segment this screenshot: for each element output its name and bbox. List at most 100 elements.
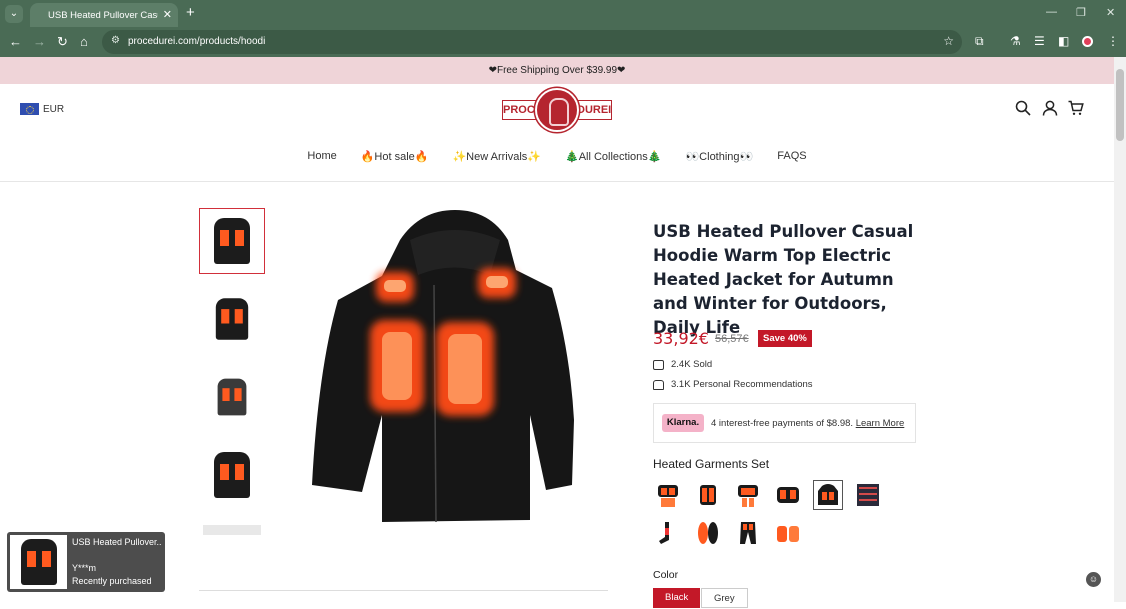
klarna-message: 4 interest-free payments of $8.98. Learn…: [711, 418, 904, 429]
profile-icon[interactable]: [1082, 36, 1093, 47]
set-option-7[interactable]: [653, 518, 683, 548]
set-option-8[interactable]: [693, 518, 723, 548]
color-option-grey[interactable]: Grey: [701, 588, 748, 608]
heated-socks-icon: [659, 522, 669, 544]
nav-hot-sale[interactable]: 🔥Hot sale🔥: [361, 150, 429, 163]
tab-title: USB Heated Pullover Casual Hoodie: [48, 10, 158, 21]
function-thumbnail-icon: [203, 525, 261, 535]
browser-tab-strip: ⌄ USB Heated Pullover Casual Hoodie ✕ + …: [0, 0, 1126, 27]
klarna-box: Klarna. 4 interest-free payments of $8.9…: [653, 403, 916, 443]
close-icon[interactable]: ✕: [163, 8, 172, 21]
thumbnail-1[interactable]: [199, 208, 265, 274]
size-chart-thumbnail-icon: [217, 378, 247, 416]
popup-user: Y***m: [72, 563, 97, 573]
tab-menu-icon[interactable]: ⌄: [5, 5, 23, 23]
gallery-divider: [199, 590, 608, 591]
logo-text-left: PROCE: [502, 100, 542, 120]
sale-price: 33,92€: [653, 329, 709, 348]
set-option-1[interactable]: [653, 480, 683, 510]
cart-icon[interactable]: [1068, 100, 1084, 116]
heated-gloves-icon: [777, 526, 799, 542]
thumbs-up-icon: [653, 379, 664, 390]
nav-clothing[interactable]: 👀Clothing👀: [685, 150, 753, 163]
minimize-icon[interactable]: —: [1046, 6, 1057, 18]
site-logo[interactable]: PROCE DUREI: [502, 88, 612, 132]
bag-icon: [653, 359, 664, 370]
forward-icon[interactable]: →: [33, 34, 46, 49]
heated-pants-icon: [740, 522, 756, 544]
heated-set-icon: [658, 485, 678, 507]
chat-icon[interactable]: ☺: [1086, 572, 1101, 587]
eu-flag-icon: [20, 103, 39, 115]
url-text[interactable]: procedurei.com/products/hoodi: [128, 36, 265, 47]
page-scrollbar[interactable]: [1114, 57, 1126, 602]
browser-tab[interactable]: USB Heated Pullover Casual Hoodie ✕: [30, 3, 178, 27]
recommendation-text: 3.1K Personal Recommendations: [671, 379, 813, 390]
logo-emblem-icon: [535, 88, 579, 132]
heated-jacket-set-icon: [777, 487, 799, 503]
set-label: Heated Garments Set: [653, 457, 770, 471]
popup-subtitle: Recently purchased: [72, 576, 152, 586]
star-icon[interactable]: ☆: [943, 34, 954, 48]
nav-faqs[interactable]: FAQS: [777, 150, 806, 163]
home-icon[interactable]: ⌂: [80, 34, 88, 49]
color-option-black[interactable]: Black: [653, 588, 701, 608]
account-icon[interactable]: [1042, 100, 1058, 116]
promo-banner: ❤Free Shipping Over $39.99❤: [0, 57, 1114, 84]
klarna-learn-more-link[interactable]: Learn More: [856, 418, 905, 429]
color-label: Color: [653, 569, 679, 581]
nav-all-collections[interactable]: 🎄All Collections🎄: [565, 150, 661, 163]
compare-price: 56,57€: [715, 333, 749, 345]
popup-title: USB Heated Pullover...: [72, 537, 162, 547]
heated-blanket-icon: [857, 484, 879, 506]
set-option-2[interactable]: [693, 480, 723, 510]
browser-toolbar: ← → ↻ ⌂ ⚙ procedurei.com/products/hoodi …: [0, 27, 1126, 57]
scrollbar-thumb[interactable]: [1116, 69, 1124, 141]
klarna-text: 4 interest-free payments of $8.98.: [711, 418, 854, 429]
reading-list-icon[interactable]: ☰: [1034, 34, 1045, 48]
thumbnail-4[interactable]: [199, 442, 265, 508]
jacket-thumbnail-icon: [214, 218, 250, 264]
set-option-5[interactable]: [813, 480, 843, 510]
heated-hoodie-icon: [818, 484, 838, 505]
extensions-icon[interactable]: ⧉: [975, 34, 984, 49]
thumbnail-2[interactable]: [199, 286, 265, 352]
heated-insoles-icon: [698, 522, 718, 544]
address-bar[interactable]: ⚙ procedurei.com/products/hoodi ☆: [102, 30, 962, 54]
heated-suit-icon: [738, 485, 758, 507]
nav-home[interactable]: Home: [307, 150, 336, 163]
save-badge: Save 40%: [758, 330, 812, 347]
set-option-6[interactable]: [853, 480, 883, 510]
search-icon[interactable]: [1015, 100, 1031, 116]
more-icon[interactable]: ⋮: [1107, 34, 1119, 48]
side-panel-icon[interactable]: ◧: [1058, 34, 1069, 48]
currency-selector[interactable]: EUR: [20, 103, 64, 115]
klarna-logo: Klarna.: [662, 414, 704, 432]
logo-text-right: DUREI: [576, 100, 612, 120]
jacket-icon: [20, 539, 57, 585]
set-option-4[interactable]: [773, 480, 803, 510]
sold-count: 2.4K Sold: [653, 359, 712, 370]
recommendation-count: 3.1K Personal Recommendations: [653, 379, 813, 390]
reload-icon[interactable]: ↻: [57, 34, 68, 50]
header-divider: [0, 181, 1114, 182]
main-nav: Home 🔥Hot sale🔥 ✨New Arrivals✨ 🎄All Coll…: [0, 150, 1114, 163]
product-title: USB Heated Pullover Casual Hoodie Warm T…: [653, 222, 914, 337]
thumbnail-5[interactable]: [199, 515, 265, 545]
sold-text: 2.4K Sold: [671, 359, 713, 370]
set-option-9[interactable]: [733, 518, 763, 548]
window-close-icon[interactable]: ✕: [1106, 6, 1115, 19]
plus-icon[interactable]: +: [186, 4, 195, 21]
heated-vest-icon: [700, 485, 716, 505]
product-main-image[interactable]: [290, 200, 608, 540]
back-icon[interactable]: ←: [9, 34, 22, 49]
labs-icon[interactable]: ⚗: [1010, 34, 1021, 48]
restore-icon[interactable]: ❐: [1076, 6, 1086, 19]
set-option-3[interactable]: [733, 480, 763, 510]
nav-new-arrivals[interactable]: ✨New Arrivals✨: [452, 150, 541, 163]
thumbnail-3[interactable]: [199, 364, 265, 430]
site-info-icon[interactable]: ⚙: [111, 35, 120, 46]
set-option-10[interactable]: [773, 518, 803, 548]
model-thumbnail-icon: [215, 298, 249, 340]
recent-purchase-popup[interactable]: USB Heated Pullover... Y***m Recently pu…: [7, 532, 165, 592]
